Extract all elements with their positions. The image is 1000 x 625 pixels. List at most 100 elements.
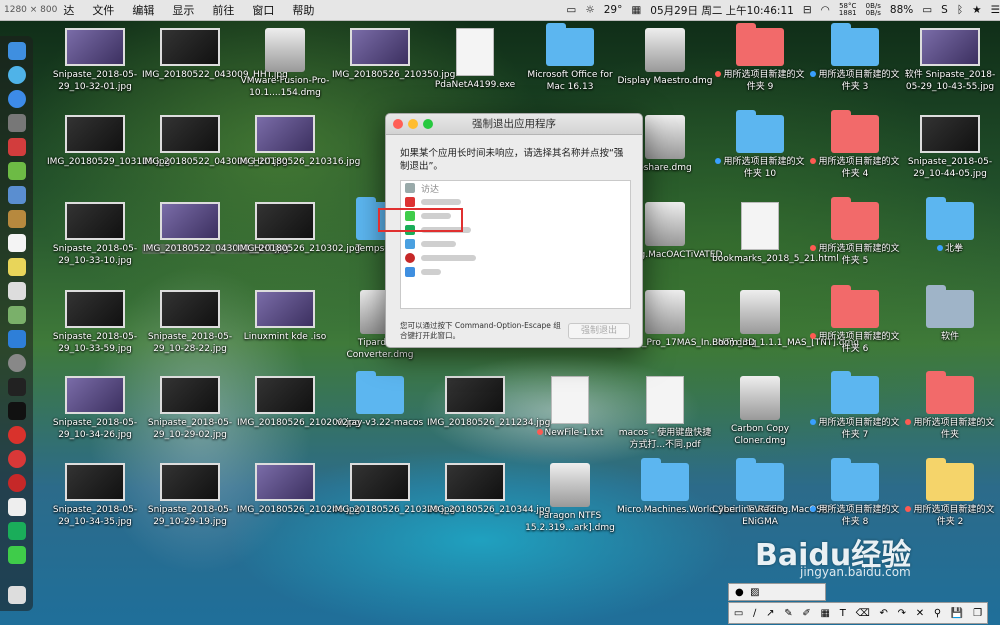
desktop-icon[interactable]: v2ray-v3.22-macos [332,371,428,429]
save-icon[interactable]: 💾 [951,608,963,619]
desktop-icon[interactable]: Snipaste_2018-05-29_10-33-59.jpg [47,290,143,355]
desktop-icon[interactable]: 用所选项目新建的文件夹 2 [902,458,998,528]
list-item[interactable] [401,251,630,265]
preview-icon[interactable] [7,186,26,204]
trash-icon[interactable] [7,586,26,604]
siri-icon[interactable] [7,66,26,84]
desktop-icon[interactable]: IMG_20180529_103115.jpg [47,115,170,168]
list-item[interactable]: 访达 [401,181,630,195]
list-item[interactable] [401,265,630,279]
desktop-icon[interactable]: Snipaste_2018-05-29_10-29-19.jpg [142,463,238,528]
redo-icon[interactable]: ↷ [898,608,906,619]
desktop-icon[interactable]: Snipaste_2018-05-29_10-34-35.jpg [47,463,143,528]
desktop-icon[interactable]: Snipaste_2018-05-29_10-28-22.jpg [142,290,238,355]
force-quit-button[interactable]: 强制退出 [568,323,630,339]
desktop-icon[interactable]: Microsoft Office for Mac 16.13 [522,23,618,93]
desktop-icon[interactable]: bookmarks_2018_5_21.html [712,202,839,265]
app-list[interactable]: 访达 [400,180,631,309]
menu-window[interactable]: 窗口 [252,2,274,18]
desktop-icon[interactable]: IMG_20180522_043004_HHT.jpg [142,202,290,255]
desktop-icon[interactable]: IMG_20180526_210302.jpg [237,202,360,255]
terminal-icon[interactable] [7,402,26,420]
desktop-icon[interactable]: IMG_20180526_210328.jpg [332,463,455,516]
desktop-icon[interactable]: 用所选项目新建的文件夹 [902,371,998,441]
undo-icon[interactable]: ↶ [879,608,887,619]
activity-monitor-icon[interactable] [7,378,26,396]
rectangle-tool-icon[interactable]: ▭ [734,608,743,619]
weibo-icon[interactable] [7,450,26,468]
desktop-icon[interactable]: Paragon NTFS 15.2.319...ark].dmg [522,463,618,534]
menu-app[interactable]: 达 [63,2,74,18]
desktop-icon[interactable]: 用所选项目新建的文件夹 3 [807,23,903,93]
app-red-icon[interactable] [7,138,26,156]
eraser-tool-icon[interactable]: ⌫ [856,608,870,619]
desktop-icon[interactable]: IMG_20180526_210316.jpg [237,115,360,168]
desktop-icon[interactable]: IMG_20180526_210246.jpg [237,463,360,516]
messages-icon[interactable] [7,522,26,540]
desktop-icon[interactable]: Carbon Copy Cloner.dmg [712,376,808,447]
desktop-icon[interactable]: IMG_20180526_210209.jpg [237,376,360,429]
desktop-icon[interactable]: 用所选项目新建的文件夹 7 [807,371,903,441]
desktop-icon[interactable]: 软件 [902,285,998,343]
stickies-icon[interactable] [7,258,26,276]
mosaic-tool-icon[interactable]: ▦ [821,608,830,619]
settings-icon[interactable] [7,354,26,372]
menu-file[interactable]: 文件 [92,2,114,18]
desktop-icon[interactable]: Boom_3D_1.1.1_MAS_[TNT].dmg [712,290,859,349]
pen-tool-icon[interactable]: ✎ [784,608,792,619]
menu-edit[interactable]: 编辑 [132,2,154,18]
copy-icon[interactable]: ❐ [973,608,982,619]
desktop-icon[interactable]: IMG_20180522_043009_HHT.jpg [142,28,288,81]
netease-music-icon[interactable] [7,474,26,492]
weather-temp[interactable]: 29° [604,4,623,16]
vivaldi-icon[interactable] [7,426,26,444]
list-item[interactable] [401,237,630,251]
network-stats[interactable]: 0B/s 0B/s [866,3,881,17]
desktop-icon[interactable]: 用所选项目新建的文件夹 8 [807,458,903,528]
desktop-icon[interactable]: 北拳 [902,197,998,255]
battery-icon[interactable]: ▭ [922,4,932,16]
desktop-icon[interactable]: IMG_20180522_043006_HHT.jpg [142,115,288,168]
zoom-window-button[interactable] [423,119,433,129]
list-item[interactable] [401,195,630,209]
weather-icon[interactable]: ☼ [585,4,594,16]
calendar-app-icon[interactable] [7,234,26,252]
battery-percent[interactable]: 88% [890,4,913,16]
appstore-icon[interactable] [7,330,26,348]
finder-icon[interactable] [7,42,26,60]
wechat-icon[interactable] [7,546,26,564]
desktop-icon[interactable]: VMware-Fusion-Pro-10.1....154.dmg [237,28,333,99]
calendar-icon[interactable]: ▦ [631,4,641,16]
snipaste-icon[interactable]: S [941,4,948,16]
android-icon[interactable] [7,162,26,180]
desktop-icon[interactable]: Snipaste_2018-05-29_10-44-05.jpg [902,115,998,180]
wifi-icon[interactable]: ◠ [821,4,830,16]
close-window-button[interactable] [393,119,403,129]
text-tool-icon[interactable]: T [840,608,846,619]
desktop-icon[interactable]: NewFile-1.txt [522,376,618,439]
desktop-icon[interactable]: 软件 Snipaste_2018-05-29_10-43-55.jpg [902,28,998,93]
desktop-icon[interactable]: 用所选项目新建的文件夹 10 [712,110,808,180]
hatch-icon[interactable]: ▨ [750,587,759,598]
desktop-icon[interactable]: Snipaste_2018-05-29_10-32-01.jpg [47,28,143,93]
desktop-icon[interactable]: Display Maestro.dmg [617,28,713,87]
menu-help[interactable]: 帮助 [292,2,314,18]
marker-tool-icon[interactable]: ✐ [802,608,810,619]
desktop-icon[interactable]: Linuxmint kde .iso [237,290,333,343]
launchpad-icon[interactable] [7,114,26,132]
photos-icon[interactable] [7,282,26,300]
desktop-icon[interactable]: IMG_20180526_210344.jpg [427,463,550,516]
star-icon[interactable]: ★ [972,4,981,16]
safari-icon[interactable] [7,90,26,108]
bluetooth-icon[interactable]: ᛒ [957,4,963,16]
script-editor-icon[interactable] [7,498,26,516]
size-dot-icon[interactable]: ● [735,587,744,598]
close-icon[interactable]: ✕ [916,608,924,619]
list-icon[interactable]: ☰ [991,4,1000,16]
desktop-icon[interactable]: IMG_20180526_210350.jpg [332,28,455,81]
desktop-icon[interactable]: Cyberline.Racing.MacOSX-ENiGMA [712,458,831,528]
desktop-icon[interactable]: Micro.Machines.World.Seri....TiVATED [617,458,784,516]
desktop-icon[interactable]: PdaNetA4199.exe [427,28,523,91]
menu-view[interactable]: 显示 [172,2,194,18]
desktop-icon[interactable]: Snipaste_2018-05-29_10-34-26.jpg [47,376,143,441]
